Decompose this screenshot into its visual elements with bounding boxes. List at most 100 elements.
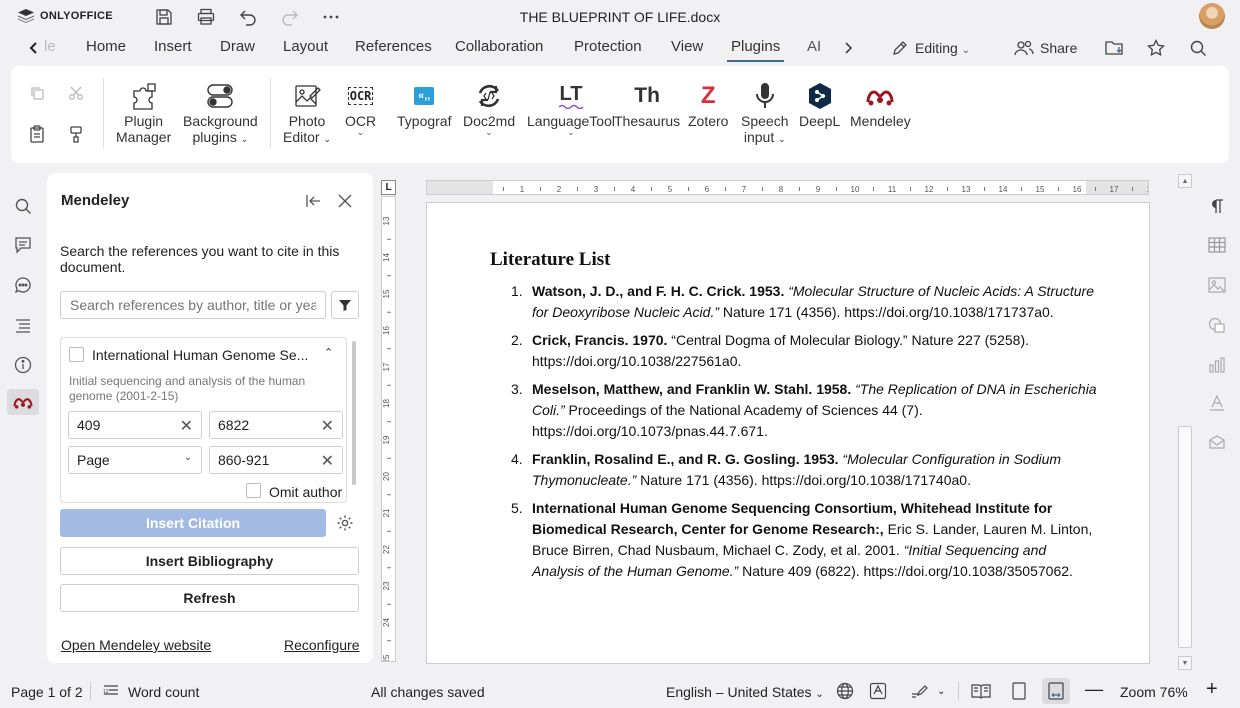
- zoom-out-button[interactable]: —: [1085, 679, 1103, 700]
- track-changes-icon[interactable]: [908, 680, 930, 702]
- paragraph-settings-icon[interactable]: [1206, 195, 1228, 217]
- tab-view[interactable]: View: [671, 38, 703, 55]
- background-plugins-button[interactable]: Background plugins ⌄: [183, 80, 258, 146]
- clear-icon[interactable]: ✕: [180, 416, 193, 436]
- scroll-up-arrow-icon[interactable]: ▲: [1178, 174, 1192, 188]
- locator-value-field[interactable]: 860-921 ✕: [209, 446, 343, 474]
- open-file-location-icon[interactable]: [1102, 36, 1126, 60]
- cut-icon[interactable]: [65, 82, 87, 104]
- tab-layout[interactable]: Layout: [283, 38, 328, 55]
- table-settings-icon[interactable]: [1206, 234, 1228, 256]
- citation-select-checkbox[interactable]: [69, 347, 84, 362]
- refresh-button[interactable]: Refresh: [60, 584, 359, 612]
- globe-language-icon[interactable]: [834, 680, 856, 702]
- document-page[interactable]: Literature List 1. Watson, J. D., and F.…: [426, 202, 1150, 664]
- search-icon[interactable]: [1186, 36, 1210, 60]
- close-icon[interactable]: [335, 191, 355, 211]
- insert-citation-button[interactable]: Insert Citation: [60, 509, 326, 537]
- vertical-ruler[interactable]: 13 14 15 16 17 18 19 20 21 22 23 24 25: [381, 196, 396, 662]
- copy-style-icon[interactable]: [65, 123, 87, 145]
- document-scrollbar[interactable]: ▲ ▼: [1176, 172, 1194, 672]
- find-icon[interactable]: [12, 195, 34, 217]
- scroll-thumb[interactable]: [1178, 426, 1192, 648]
- collapse-panel-icon[interactable]: [303, 191, 323, 211]
- copy-icon[interactable]: [26, 82, 48, 104]
- undo-icon[interactable]: [237, 6, 259, 28]
- zoom-level[interactable]: Zoom 76%: [1120, 684, 1188, 700]
- reconfigure-link[interactable]: Reconfigure: [284, 637, 360, 653]
- editing-mode-button[interactable]: Editing ⌄: [915, 40, 970, 56]
- background-plugins-label-1: Background: [183, 113, 258, 129]
- page-indicator[interactable]: Page 1 of 2: [11, 684, 83, 700]
- horizontal-ruler[interactable]: 12345678910111213141516171819: [426, 180, 1149, 195]
- omit-author-checkbox[interactable]: [246, 483, 261, 498]
- chat-icon[interactable]: [12, 274, 34, 296]
- navigation-headings-icon[interactable]: [12, 314, 34, 336]
- locator-type-select[interactable]: Page ⌄: [68, 446, 202, 474]
- typograf-button[interactable]: «,, Typograf: [397, 80, 451, 128]
- word-count-button[interactable]: Word count: [128, 684, 199, 700]
- prefix-field[interactable]: 409 ✕: [68, 411, 202, 439]
- clear-icon[interactable]: ✕: [321, 451, 334, 471]
- card-list-scrollbar[interactable]: [352, 341, 356, 485]
- mendeley-button[interactable]: Mendeley: [850, 80, 911, 128]
- save-icon[interactable]: [153, 6, 175, 28]
- scroll-tabs-left-icon[interactable]: [22, 36, 46, 60]
- pencil-icon[interactable]: [888, 36, 912, 60]
- share-button[interactable]: Share: [1040, 40, 1077, 56]
- chevron-up-icon[interactable]: ⌃: [324, 346, 333, 359]
- tab-draw[interactable]: Draw: [220, 38, 255, 55]
- reading-mode-icon[interactable]: [970, 680, 992, 702]
- clear-icon[interactable]: ✕: [321, 416, 334, 436]
- plugin-manager-button[interactable]: Plugin Manager: [116, 80, 171, 144]
- image-settings-icon[interactable]: [1206, 274, 1228, 296]
- settings-gear-icon[interactable]: [335, 513, 355, 533]
- search-references-input[interactable]: [60, 291, 326, 319]
- tab-ai[interactable]: AI: [807, 38, 821, 55]
- print-icon[interactable]: [195, 6, 217, 28]
- doc2md-button[interactable]: Doc2md ⌄: [463, 80, 515, 137]
- tab-plugins[interactable]: Plugins: [731, 38, 780, 55]
- user-avatar[interactable]: [1199, 3, 1225, 29]
- language-select[interactable]: English – United States ⌄: [666, 684, 824, 700]
- favorite-star-icon[interactable]: [1144, 36, 1168, 60]
- redo-icon[interactable]: [279, 6, 301, 28]
- info-icon[interactable]: [12, 354, 34, 376]
- zoom-in-button[interactable]: +: [1206, 678, 1218, 701]
- reference-number: 4.: [511, 451, 523, 467]
- fit-width-icon[interactable]: [1045, 680, 1067, 702]
- insert-bibliography-button[interactable]: Insert Bibliography: [60, 547, 359, 575]
- scroll-tabs-right-icon[interactable]: [836, 36, 860, 60]
- text-art-settings-icon[interactable]: [1206, 392, 1228, 414]
- paste-icon[interactable]: [26, 123, 48, 145]
- tab-file-partial[interactable]: le: [44, 38, 56, 55]
- photo-editor-button[interactable]: Photo Editor ⌄: [283, 80, 331, 146]
- chart-settings-icon[interactable]: [1206, 354, 1228, 376]
- word-count-icon[interactable]: 12: [100, 680, 122, 702]
- ocr-button[interactable]: OCR OCR ⌄: [345, 80, 376, 137]
- speech-input-button[interactable]: Speech input ⌄: [741, 80, 788, 146]
- thesaurus-button[interactable]: Th Thesaurus: [614, 80, 680, 128]
- filter-button[interactable]: [331, 291, 359, 319]
- tab-home[interactable]: Home: [86, 38, 126, 55]
- chevron-down-icon[interactable]: ⌄: [937, 686, 945, 697]
- comments-icon[interactable]: [12, 234, 34, 256]
- fit-page-icon[interactable]: [1008, 680, 1030, 702]
- share-users-icon[interactable]: [1012, 36, 1036, 60]
- scroll-down-arrow-icon[interactable]: ▼: [1178, 656, 1192, 670]
- tab-collaboration[interactable]: Collaboration: [455, 38, 543, 55]
- suffix-field[interactable]: 6822 ✕: [209, 411, 343, 439]
- shape-settings-icon[interactable]: [1206, 314, 1228, 336]
- tab-stop-selector[interactable]: L: [381, 180, 396, 195]
- more-actions-icon[interactable]: [320, 6, 342, 28]
- tab-insert[interactable]: Insert: [154, 38, 192, 55]
- open-mendeley-website-link[interactable]: Open Mendeley website: [61, 637, 211, 653]
- tab-references[interactable]: References: [355, 38, 432, 55]
- spell-check-icon[interactable]: [867, 680, 889, 702]
- zotero-button[interactable]: Z Zotero: [688, 80, 728, 128]
- signature-settings-icon[interactable]: [1206, 431, 1228, 453]
- languagetool-button[interactable]: LT LanguageTool ⌄: [527, 80, 615, 137]
- deepl-button[interactable]: DeepL: [799, 80, 840, 128]
- mendeley-panel-icon[interactable]: [12, 391, 34, 413]
- tab-protection[interactable]: Protection: [574, 38, 642, 55]
